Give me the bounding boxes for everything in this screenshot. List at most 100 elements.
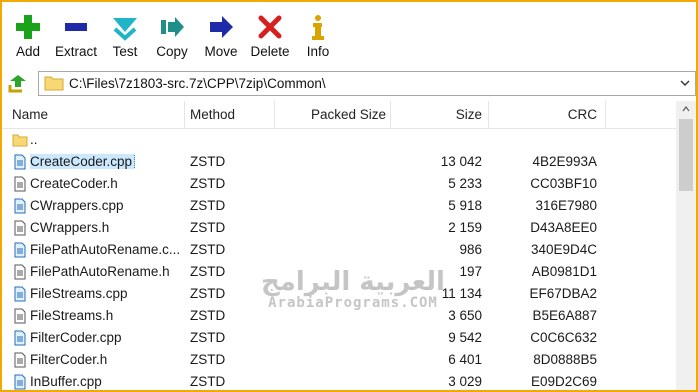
list-item[interactable]: FilterCoder.h ZSTD 6 401 8D0888B5: [2, 349, 676, 371]
cpp-file-icon: [14, 198, 26, 214]
delete-x-icon: [258, 15, 282, 39]
file-name-text: CreateCoder.cpp: [30, 154, 136, 169]
path-text: C:\Files\7z1803-src.7z\CPP\7zip\Common\: [69, 76, 326, 91]
file-name: FilterCoder.cpp: [30, 330, 122, 345]
file-method: ZSTD: [190, 308, 226, 323]
file-name: CWrappers.h: [30, 220, 110, 235]
file-crc: AB0981D1: [531, 264, 597, 279]
list-item[interactable]: FileStreams.cpp ZSTD 11 134 EF67DBA2: [2, 283, 676, 305]
column-name[interactable]: Name: [12, 107, 48, 122]
file-method: ZSTD: [190, 198, 226, 213]
copy-button[interactable]: Copy: [146, 12, 198, 66]
file-name: ..: [30, 132, 38, 147]
file-crc: C0C6C632: [530, 330, 597, 345]
file-size: 3 650: [448, 308, 482, 323]
file-method: ZSTD: [190, 264, 226, 279]
file-name: FileStreams.h: [30, 308, 114, 323]
add-label: Add: [15, 44, 41, 59]
test-button[interactable]: Test: [99, 12, 151, 66]
file-name: FilePathAutoRename.c...: [30, 242, 181, 257]
file-crc: 316E7980: [535, 198, 597, 213]
add-button[interactable]: Add: [2, 12, 54, 66]
file-size: 3 029: [448, 374, 482, 389]
file-size: 986: [459, 242, 482, 257]
header-file-icon: [14, 264, 26, 280]
cpp-file-icon: [14, 242, 26, 258]
column-method[interactable]: Method: [190, 107, 235, 122]
test-label: Test: [112, 44, 138, 59]
file-method: ZSTD: [190, 374, 226, 389]
file-name: InBuffer.cpp: [30, 374, 102, 389]
info-icon: [312, 15, 324, 40]
column-size[interactable]: Size: [386, 107, 482, 122]
file-method: ZSTD: [190, 352, 226, 367]
list-item[interactable]: FilePathAutoRename.h ZSTD 197 AB0981D1: [2, 261, 676, 283]
column-divider[interactable]: [605, 101, 606, 129]
file-list: Name Method Packed Size Size CRC .. Crea…: [2, 101, 696, 390]
list-item[interactable]: CreateCoder.cpp ZSTD 13 042 4B2E993A: [2, 151, 676, 173]
list-item[interactable]: ..: [2, 129, 676, 151]
extract-button[interactable]: Extract: [50, 12, 102, 66]
file-size: 9 542: [448, 330, 482, 345]
delete-button[interactable]: Delete: [244, 12, 296, 66]
file-crc: 8D0888B5: [533, 352, 597, 367]
list-item[interactable]: FilterCoder.cpp ZSTD 9 542 C0C6C632: [2, 327, 676, 349]
file-name: CWrappers.cpp: [30, 198, 124, 213]
chevron-down-icon[interactable]: [679, 77, 691, 89]
column-header: Name Method Packed Size Size CRC: [2, 101, 676, 129]
file-size: 2 159: [448, 220, 482, 235]
copy-label: Copy: [156, 44, 188, 59]
list-item[interactable]: FilePathAutoRename.c... ZSTD 986 340E9D4…: [2, 239, 676, 261]
file-name: CreateCoder.h: [30, 176, 118, 191]
info-button[interactable]: Info: [292, 12, 344, 66]
file-size: 13 042: [440, 154, 482, 169]
copy-arrow-icon: [161, 17, 184, 37]
file-method: ZSTD: [190, 286, 226, 301]
file-size: 6 401: [448, 352, 482, 367]
rows: .. CreateCoder.cpp ZSTD 13 042 4B2E993A …: [2, 129, 676, 390]
file-method: ZSTD: [190, 220, 226, 235]
move-button[interactable]: Move: [195, 12, 247, 66]
column-crc[interactable]: CRC: [488, 107, 597, 122]
file-method: ZSTD: [190, 154, 226, 169]
folder-up-icon[interactable]: [8, 73, 28, 93]
delete-label: Delete: [250, 44, 290, 59]
file-crc: 340E9D4C: [530, 242, 597, 257]
column-divider[interactable]: [274, 101, 275, 129]
cpp-file-icon: [14, 374, 26, 390]
toolbar: Add Extract Test Copy Move Delete Info: [2, 2, 696, 68]
file-size: 5 918: [448, 198, 482, 213]
cpp-file-icon: [14, 286, 26, 302]
vertical-scrollbar[interactable]: [676, 101, 696, 390]
file-method: ZSTD: [190, 176, 226, 191]
file-name: FilterCoder.h: [30, 352, 108, 367]
extract-label: Extract: [54, 44, 97, 59]
path-combobox[interactable]: C:\Files\7z1803-src.7z\CPP\7zip\Common\: [38, 71, 696, 96]
list-item[interactable]: CreateCoder.h ZSTD 5 233 CC03BF10: [2, 173, 676, 195]
cpp-file-icon: [14, 154, 26, 170]
file-crc: CC03BF10: [530, 176, 597, 191]
file-method: ZSTD: [190, 330, 226, 345]
test-checkmark-icon: [113, 18, 137, 41]
move-label: Move: [204, 44, 238, 59]
list-item[interactable]: FileStreams.h ZSTD 3 650 B5E6A887: [2, 305, 676, 327]
file-crc: 4B2E993A: [532, 154, 597, 169]
file-name: CreateCoder.cpp: [30, 154, 186, 169]
column-divider[interactable]: [184, 101, 185, 129]
scroll-up-icon[interactable]: [682, 105, 690, 113]
file-name: FilePathAutoRename.h: [30, 264, 170, 279]
move-arrow-icon: [210, 16, 233, 38]
plus-icon: [16, 15, 40, 39]
file-name: FileStreams.cpp: [30, 286, 128, 301]
list-item[interactable]: CWrappers.h ZSTD 2 159 D43A8EE0: [2, 217, 676, 239]
info-label: Info: [306, 44, 330, 59]
header-file-icon: [14, 176, 26, 192]
header-file-icon: [14, 220, 26, 236]
scrollbar-thumb[interactable]: [679, 119, 693, 191]
file-crc: D43A8EE0: [530, 220, 597, 235]
list-item[interactable]: InBuffer.cpp ZSTD 3 029 E09D2C69: [2, 371, 676, 390]
file-size: 5 233: [448, 176, 482, 191]
file-crc: B5E6A887: [532, 308, 597, 323]
column-packed-size[interactable]: Packed Size: [278, 107, 386, 122]
list-item[interactable]: CWrappers.cpp ZSTD 5 918 316E7980: [2, 195, 676, 217]
